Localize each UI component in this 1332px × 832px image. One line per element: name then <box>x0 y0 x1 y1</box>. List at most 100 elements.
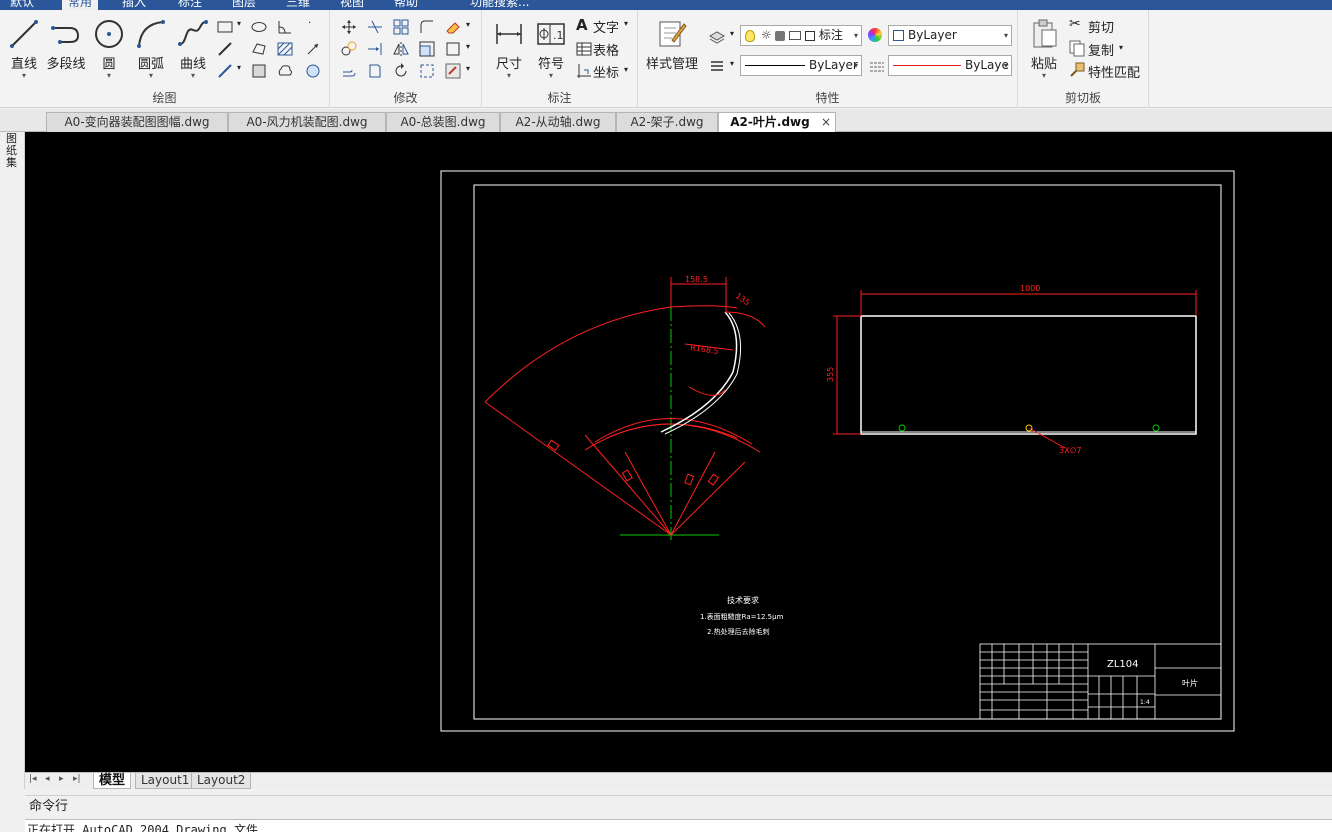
file-tab[interactable]: A0-总装图.dwg <box>386 112 500 132</box>
close-tab-icon[interactable]: × <box>821 113 831 132</box>
copy-icon <box>1069 40 1085 57</box>
table-button[interactable]: 表格 <box>593 40 619 59</box>
table-icon[interactable] <box>575 40 593 58</box>
prev-layout-icon[interactable]: ◂ <box>45 774 50 784</box>
match-properties-icon <box>1070 62 1085 77</box>
extend-icon[interactable] <box>366 40 384 58</box>
rectangle-dropdown-icon[interactable]: ▾ <box>237 19 241 28</box>
paste-button[interactable]: 粘贴 ▾ <box>1022 18 1066 80</box>
layout-tab-model[interactable]: 模型 <box>93 773 132 789</box>
xline-icon[interactable] <box>216 40 234 58</box>
wipeout-icon[interactable] <box>304 62 322 80</box>
file-tab-active[interactable]: A2-叶片.dwg × <box>718 112 836 132</box>
match-properties-button[interactable]: 特性匹配 <box>1088 62 1140 81</box>
rectangle-icon[interactable] <box>216 18 234 36</box>
menu-tab-annotate[interactable]: 标注 <box>178 0 202 10</box>
array-icon[interactable] <box>392 18 410 36</box>
cloud-icon[interactable] <box>276 62 294 80</box>
lineweight-icon[interactable] <box>708 57 726 75</box>
sheet-set-label[interactable]: 图纸集 <box>6 133 18 169</box>
linetype-scale-icon[interactable] <box>868 58 886 76</box>
first-layout-icon[interactable]: |◂ <box>29 774 37 784</box>
color-dropdown[interactable]: ByLayer ▾ <box>888 25 1012 46</box>
menu-search[interactable]: 功能搜索... <box>470 0 529 10</box>
construction-dropdown-icon[interactable]: ▾ <box>237 63 241 72</box>
text-icon[interactable]: A <box>576 16 588 34</box>
move-icon[interactable] <box>340 18 358 36</box>
menu-tab-view[interactable]: 视图 <box>340 0 364 10</box>
lineweight-dropdown-icon[interactable]: ▾ <box>730 59 734 68</box>
copy-dropdown-icon[interactable]: ▾ <box>1119 43 1123 52</box>
paste-icon <box>1033 19 1057 48</box>
point-icon[interactable]: · <box>308 18 311 29</box>
copy-object-icon[interactable] <box>340 40 358 58</box>
coordinate-icon[interactable] <box>575 62 593 80</box>
outer-arc <box>484 305 738 403</box>
erase-dropdown-icon[interactable]: ▾ <box>466 20 470 29</box>
menu-tab-3d[interactable]: 三维 <box>286 0 310 10</box>
menu-bar: 默认 常用 插入 标注 图层 三维 视图 帮助 功能搜索... <box>0 0 1332 10</box>
file-tab[interactable]: A0-风力机装配图.dwg <box>228 112 386 132</box>
stretch-dropdown-icon[interactable]: ▾ <box>466 42 470 51</box>
style-manager-button[interactable]: 样式管理 <box>642 18 702 72</box>
file-tab[interactable]: A0-变向器装配图图幅.dwg <box>46 112 228 132</box>
file-tab[interactable]: A2-从动轴.dwg <box>500 112 616 132</box>
spline-button[interactable]: 曲线 ▾ <box>171 18 215 80</box>
file-tab[interactable]: A2-架子.dwg <box>616 112 718 132</box>
layer-stack-icon[interactable] <box>708 27 726 45</box>
menu-tab-layer[interactable]: 图层 <box>232 0 256 10</box>
coordinate-button[interactable]: 坐标 <box>593 62 619 81</box>
arc-button[interactable]: 圆弧 ▾ <box>129 18 173 80</box>
rotate-icon[interactable] <box>392 62 410 80</box>
lineweight-dropdown[interactable]: ByLaye ▾ <box>888 55 1012 76</box>
hatch-icon[interactable] <box>276 40 294 58</box>
menu-tab-insert[interactable]: 插入 <box>122 0 146 10</box>
break-icon[interactable] <box>366 62 384 80</box>
coordinate-dropdown-icon[interactable]: ▾ <box>624 65 628 74</box>
color-wheel-icon[interactable] <box>868 28 882 42</box>
line-button[interactable]: 直线 ▾ <box>2 18 46 80</box>
last-layout-icon[interactable]: ▸| <box>73 774 81 784</box>
explode-dropdown-icon[interactable]: ▾ <box>466 64 470 73</box>
technical-notes: 技术要求 1.表面粗糙度Ra=12.5μm 2.热处理后去除毛刺 <box>700 595 784 636</box>
dimension-button[interactable]: 尺寸 ▾ <box>487 18 531 80</box>
linetype-dropdown[interactable]: ByLayer ▾ <box>740 55 862 76</box>
next-layout-icon[interactable]: ▸ <box>59 774 64 784</box>
text-button[interactable]: 文字 <box>593 17 619 36</box>
menu-tab-help[interactable]: 帮助 <box>394 0 418 10</box>
menu-tab-default[interactable]: 默认 <box>10 0 34 10</box>
notes-line-1: 1.表面粗糙度Ra=12.5μm <box>700 612 784 621</box>
offset-icon[interactable] <box>340 62 358 80</box>
symbol-button[interactable]: .1 符号 ▾ <box>529 18 573 80</box>
cut-button[interactable]: 剪切 <box>1088 17 1114 36</box>
polyline-button[interactable]: 多段线 <box>44 18 88 72</box>
block-icon[interactable] <box>250 62 268 80</box>
circle-button[interactable]: 圆 ▾ <box>87 18 131 80</box>
fillet-icon[interactable] <box>418 18 436 36</box>
layer-dropdown[interactable]: ☼ 标注 ▾ <box>740 25 862 46</box>
command-history[interactable]: 正在打开 AutoCAD 2004 Drawing 文件 <box>25 819 1332 832</box>
angle-icon[interactable] <box>276 18 294 36</box>
drawing-canvas[interactable]: 158.5 R168.5 135 1000 355 3X∅7 技术要求 1.表面… <box>25 132 1332 772</box>
ray-icon[interactable] <box>304 40 322 58</box>
radial-line <box>670 461 746 536</box>
region-icon[interactable] <box>250 40 268 58</box>
construction-line-icon[interactable] <box>216 62 234 80</box>
properties-edit-icon[interactable] <box>444 62 462 80</box>
lightbulb-icon <box>745 29 755 42</box>
erase-icon[interactable] <box>444 18 462 36</box>
layer-stack-dropdown-icon[interactable]: ▾ <box>730 29 734 38</box>
layout-tab-layout2[interactable]: Layout2 <box>191 773 252 789</box>
trim-icon[interactable] <box>366 18 384 36</box>
ellipse-icon[interactable] <box>250 18 268 36</box>
text-dropdown-icon[interactable]: ▾ <box>624 19 628 28</box>
explode-icon[interactable] <box>418 62 436 80</box>
mirror-icon[interactable] <box>392 40 410 58</box>
scale-icon[interactable] <box>418 40 436 58</box>
stretch-icon[interactable] <box>444 40 462 58</box>
copy-button[interactable]: 复制 <box>1088 40 1114 59</box>
menu-tab-home[interactable]: 常用 <box>62 0 99 10</box>
radial-line <box>624 451 672 536</box>
layout-tab-layout1[interactable]: Layout1 <box>135 773 196 789</box>
blade-profile-inner <box>664 312 742 435</box>
